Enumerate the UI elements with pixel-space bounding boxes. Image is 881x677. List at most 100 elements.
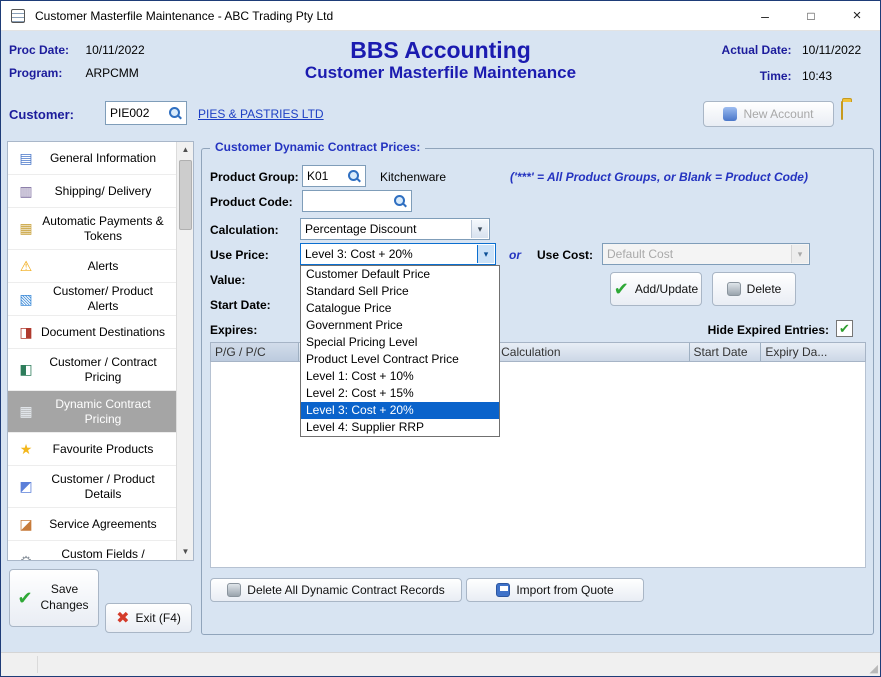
add-update-button[interactable]: ✔ Add/Update: [610, 272, 702, 306]
product-group-input[interactable]: [303, 166, 345, 186]
import-quote-label: Import from Quote: [516, 583, 613, 597]
use-price-option-selected[interactable]: Level 3: Cost + 20%: [301, 402, 499, 419]
delete-icon: [727, 282, 741, 296]
delete-all-label: Delete All Dynamic Contract Records: [247, 583, 444, 597]
calculation-label: Calculation:: [210, 223, 279, 237]
app-icon: [11, 9, 25, 23]
sidebar-item-service-agreements[interactable]: ◪ Service Agreements: [8, 508, 178, 541]
warning-icon: ⚠: [16, 258, 36, 275]
actual-date-label: Actual Date:: [710, 43, 792, 57]
value-label: Value:: [210, 273, 245, 287]
folder-icon: [841, 101, 843, 120]
column-header-start-date[interactable]: Start Date: [690, 343, 762, 361]
star-icon: ★: [16, 441, 36, 458]
scroll-up-icon[interactable]: ▲: [177, 142, 194, 158]
sidebar-item-document-destinations[interactable]: ◨ Document Destinations: [8, 316, 178, 349]
scrollbar-thumb[interactable]: [179, 160, 192, 230]
sidebar-item-general-information[interactable]: ▤ General Information: [8, 142, 178, 175]
maximize-icon[interactable]: □: [788, 1, 834, 31]
sidebar-item-alerts[interactable]: ⚠ Alerts: [8, 250, 178, 283]
use-price-option[interactable]: Product Level Contract Price: [301, 351, 499, 368]
sidebar-item-customer-contract-pricing[interactable]: ◧ Customer / Contract Pricing: [8, 349, 178, 391]
customer-name-link[interactable]: PIES & PASTRIES LTD: [198, 107, 324, 121]
column-header-calculation[interactable]: Calculation: [497, 343, 689, 361]
delete-all-records-button[interactable]: Delete All Dynamic Contract Records: [210, 578, 462, 602]
use-cost-label: Use Cost:: [537, 248, 593, 262]
hide-expired-checkbox[interactable]: ✔: [836, 320, 853, 337]
use-cost-value: Default Cost: [607, 247, 673, 261]
use-price-option[interactable]: Customer Default Price: [301, 266, 499, 283]
grid-icon: ▦: [16, 403, 36, 420]
group-title: Customer Dynamic Contract Prices:: [210, 140, 425, 154]
sidebar-scrollbar[interactable]: ▲ ▼: [176, 142, 193, 560]
close-icon[interactable]: ×: [834, 1, 880, 31]
service-icon: ◪: [16, 516, 36, 533]
customer-code-field[interactable]: [105, 101, 187, 125]
chevron-down-icon[interactable]: ▾: [477, 245, 494, 263]
actual-date-value: 10/11/2022: [802, 43, 870, 57]
product-group-search-icon[interactable]: [347, 169, 362, 184]
hide-expired-label: Hide Expired Entries:: [708, 323, 829, 337]
import-from-quote-button[interactable]: Import from Quote: [466, 578, 644, 602]
minimize-icon[interactable]: –: [742, 1, 788, 31]
scroll-down-icon[interactable]: ▼: [177, 544, 194, 560]
use-price-option[interactable]: Level 1: Cost + 10%: [301, 368, 499, 385]
sidebar-item-customer-product-details[interactable]: ◩ Customer / Product Details: [8, 466, 178, 508]
person-details-icon: ◩: [16, 478, 36, 495]
calculation-value: Percentage Discount: [305, 222, 416, 236]
exit-label: Exit (F4): [136, 611, 181, 625]
or-label: or: [509, 248, 521, 262]
use-price-select[interactable]: Level 3: Cost + 20% ▾: [300, 243, 496, 265]
delete-label: Delete: [747, 282, 782, 296]
exit-cross-icon: ✖: [116, 608, 129, 628]
use-price-option[interactable]: Catalogue Price: [301, 300, 499, 317]
use-price-option[interactable]: Standard Sell Price: [301, 283, 499, 300]
save-changes-button[interactable]: ✔ Save Changes: [9, 569, 99, 627]
chevron-down-icon[interactable]: ▾: [471, 220, 488, 238]
open-folder-button[interactable]: [841, 102, 867, 127]
sidebar-item-customer-product-alerts[interactable]: ▧ Customer/ Product Alerts: [8, 283, 178, 316]
use-cost-select: Default Cost ▾: [602, 243, 810, 265]
product-code-label: Product Code:: [210, 195, 293, 209]
new-account-label: New Account: [743, 107, 813, 121]
use-price-option[interactable]: Government Price: [301, 317, 499, 334]
column-header-pg-pc[interactable]: P/G / P/C: [211, 343, 299, 361]
exit-button[interactable]: ✖ Exit (F4): [105, 603, 192, 633]
dynamic-contract-prices-group: Customer Dynamic Contract Prices: Produc…: [201, 148, 874, 635]
product-code-search-icon[interactable]: [393, 194, 408, 209]
status-divider: [37, 656, 38, 673]
customer-code-input[interactable]: [106, 102, 166, 124]
check-icon: ✔: [614, 279, 629, 300]
product-code-input[interactable]: [303, 191, 391, 211]
use-price-option[interactable]: Level 4: Supplier RRP: [301, 419, 499, 436]
sidebar-item-favourite-products[interactable]: ★ Favourite Products: [8, 433, 178, 466]
use-price-option[interactable]: Special Pricing Level: [301, 334, 499, 351]
delete-button[interactable]: Delete: [712, 272, 796, 306]
sidebar-item-shipping-delivery[interactable]: ▥ Shipping/ Delivery: [8, 175, 178, 208]
header-right: Actual Date: 10/11/2022 Time: 10:43: [710, 41, 870, 93]
start-date-label: Start Date:: [210, 298, 271, 312]
search-icon[interactable]: [168, 106, 183, 121]
app-window: Customer Masterfile Maintenance - ABC Tr…: [0, 0, 881, 677]
calculation-select[interactable]: Percentage Discount ▾: [300, 218, 490, 240]
column-header-expiry-date[interactable]: Expiry Da...: [761, 343, 865, 361]
expires-label: Expires:: [210, 323, 257, 337]
sidebar-item-dynamic-contract-pricing[interactable]: ▦ Dynamic Contract Pricing: [8, 391, 178, 433]
disk-icon: [496, 583, 510, 597]
checkmark-icon: ✔: [839, 321, 850, 336]
title-bar: Customer Masterfile Maintenance - ABC Tr…: [1, 1, 880, 31]
product-code-field[interactable]: [302, 190, 412, 212]
use-price-label: Use Price:: [210, 248, 269, 262]
use-price-option[interactable]: Level 2: Cost + 15%: [301, 385, 499, 402]
sidebar-item-custom-fields[interactable]: ⚙ Custom Fields / Attributes: [8, 541, 178, 561]
use-price-value: Level 3: Cost + 20%: [305, 247, 413, 261]
resize-grip-icon[interactable]: ◢: [870, 662, 878, 675]
status-bar: ◢: [1, 652, 880, 676]
people-alert-icon: ▧: [16, 291, 36, 308]
form-icon: ▤: [16, 150, 36, 167]
sidebar-item-automatic-payments[interactable]: ▦ Automatic Payments & Tokens: [8, 208, 178, 250]
product-group-field[interactable]: [302, 165, 366, 187]
new-account-button[interactable]: New Account: [703, 101, 834, 127]
contract-icon: ◧: [16, 361, 36, 378]
window-title: Customer Masterfile Maintenance - ABC Tr…: [35, 1, 333, 31]
